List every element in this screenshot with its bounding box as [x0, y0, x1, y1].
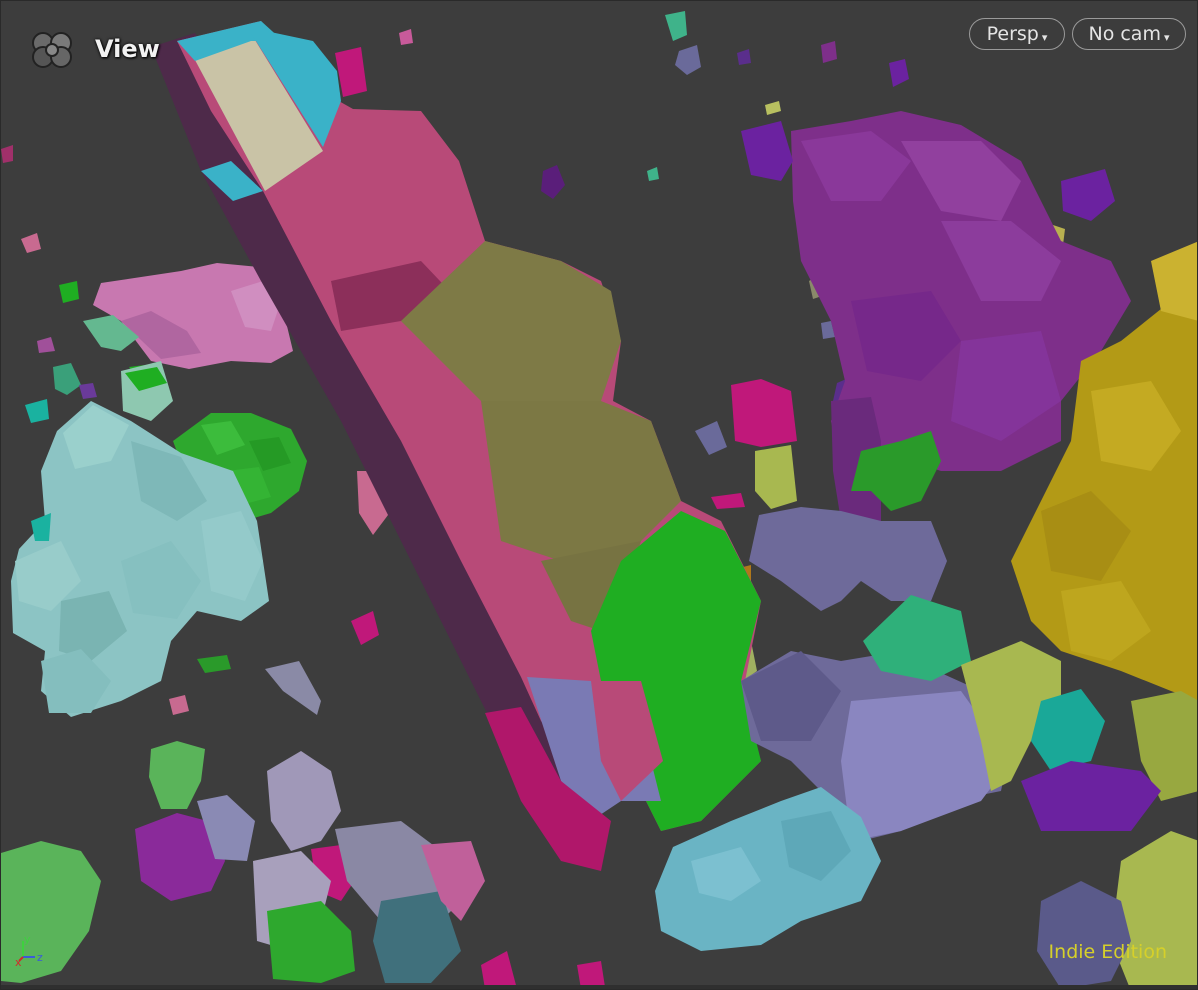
scene-viewport[interactable]: View Persp ▾ No cam ▾ y x z Indie Editio…	[0, 0, 1198, 990]
axis-z-label: z	[37, 951, 43, 964]
camera-label: No cam	[1088, 23, 1161, 45]
projection-label: Persp	[986, 23, 1039, 45]
pink-fragment-cluster	[83, 263, 293, 389]
fractured-geometry-scene[interactable]	[1, 1, 1198, 990]
viewport-title: View	[95, 35, 160, 63]
edition-watermark: Indie Edition	[1048, 941, 1167, 963]
viewport-bottom-border	[1, 985, 1197, 989]
camera-menu-button[interactable]: No cam ▾	[1072, 18, 1186, 50]
chevron-down-icon: ▾	[1163, 30, 1170, 44]
viewport-header: View	[27, 29, 160, 69]
axis-gizmo: y x z	[15, 931, 55, 969]
axis-y-label: y	[24, 933, 31, 946]
chevron-down-icon: ▾	[1041, 30, 1048, 44]
projection-menu-button[interactable]: Persp ▾	[969, 18, 1065, 50]
scene-view-icon[interactable]	[27, 29, 77, 69]
bottom-left-fragments	[1, 741, 485, 983]
axis-x-label: x	[15, 956, 22, 967]
